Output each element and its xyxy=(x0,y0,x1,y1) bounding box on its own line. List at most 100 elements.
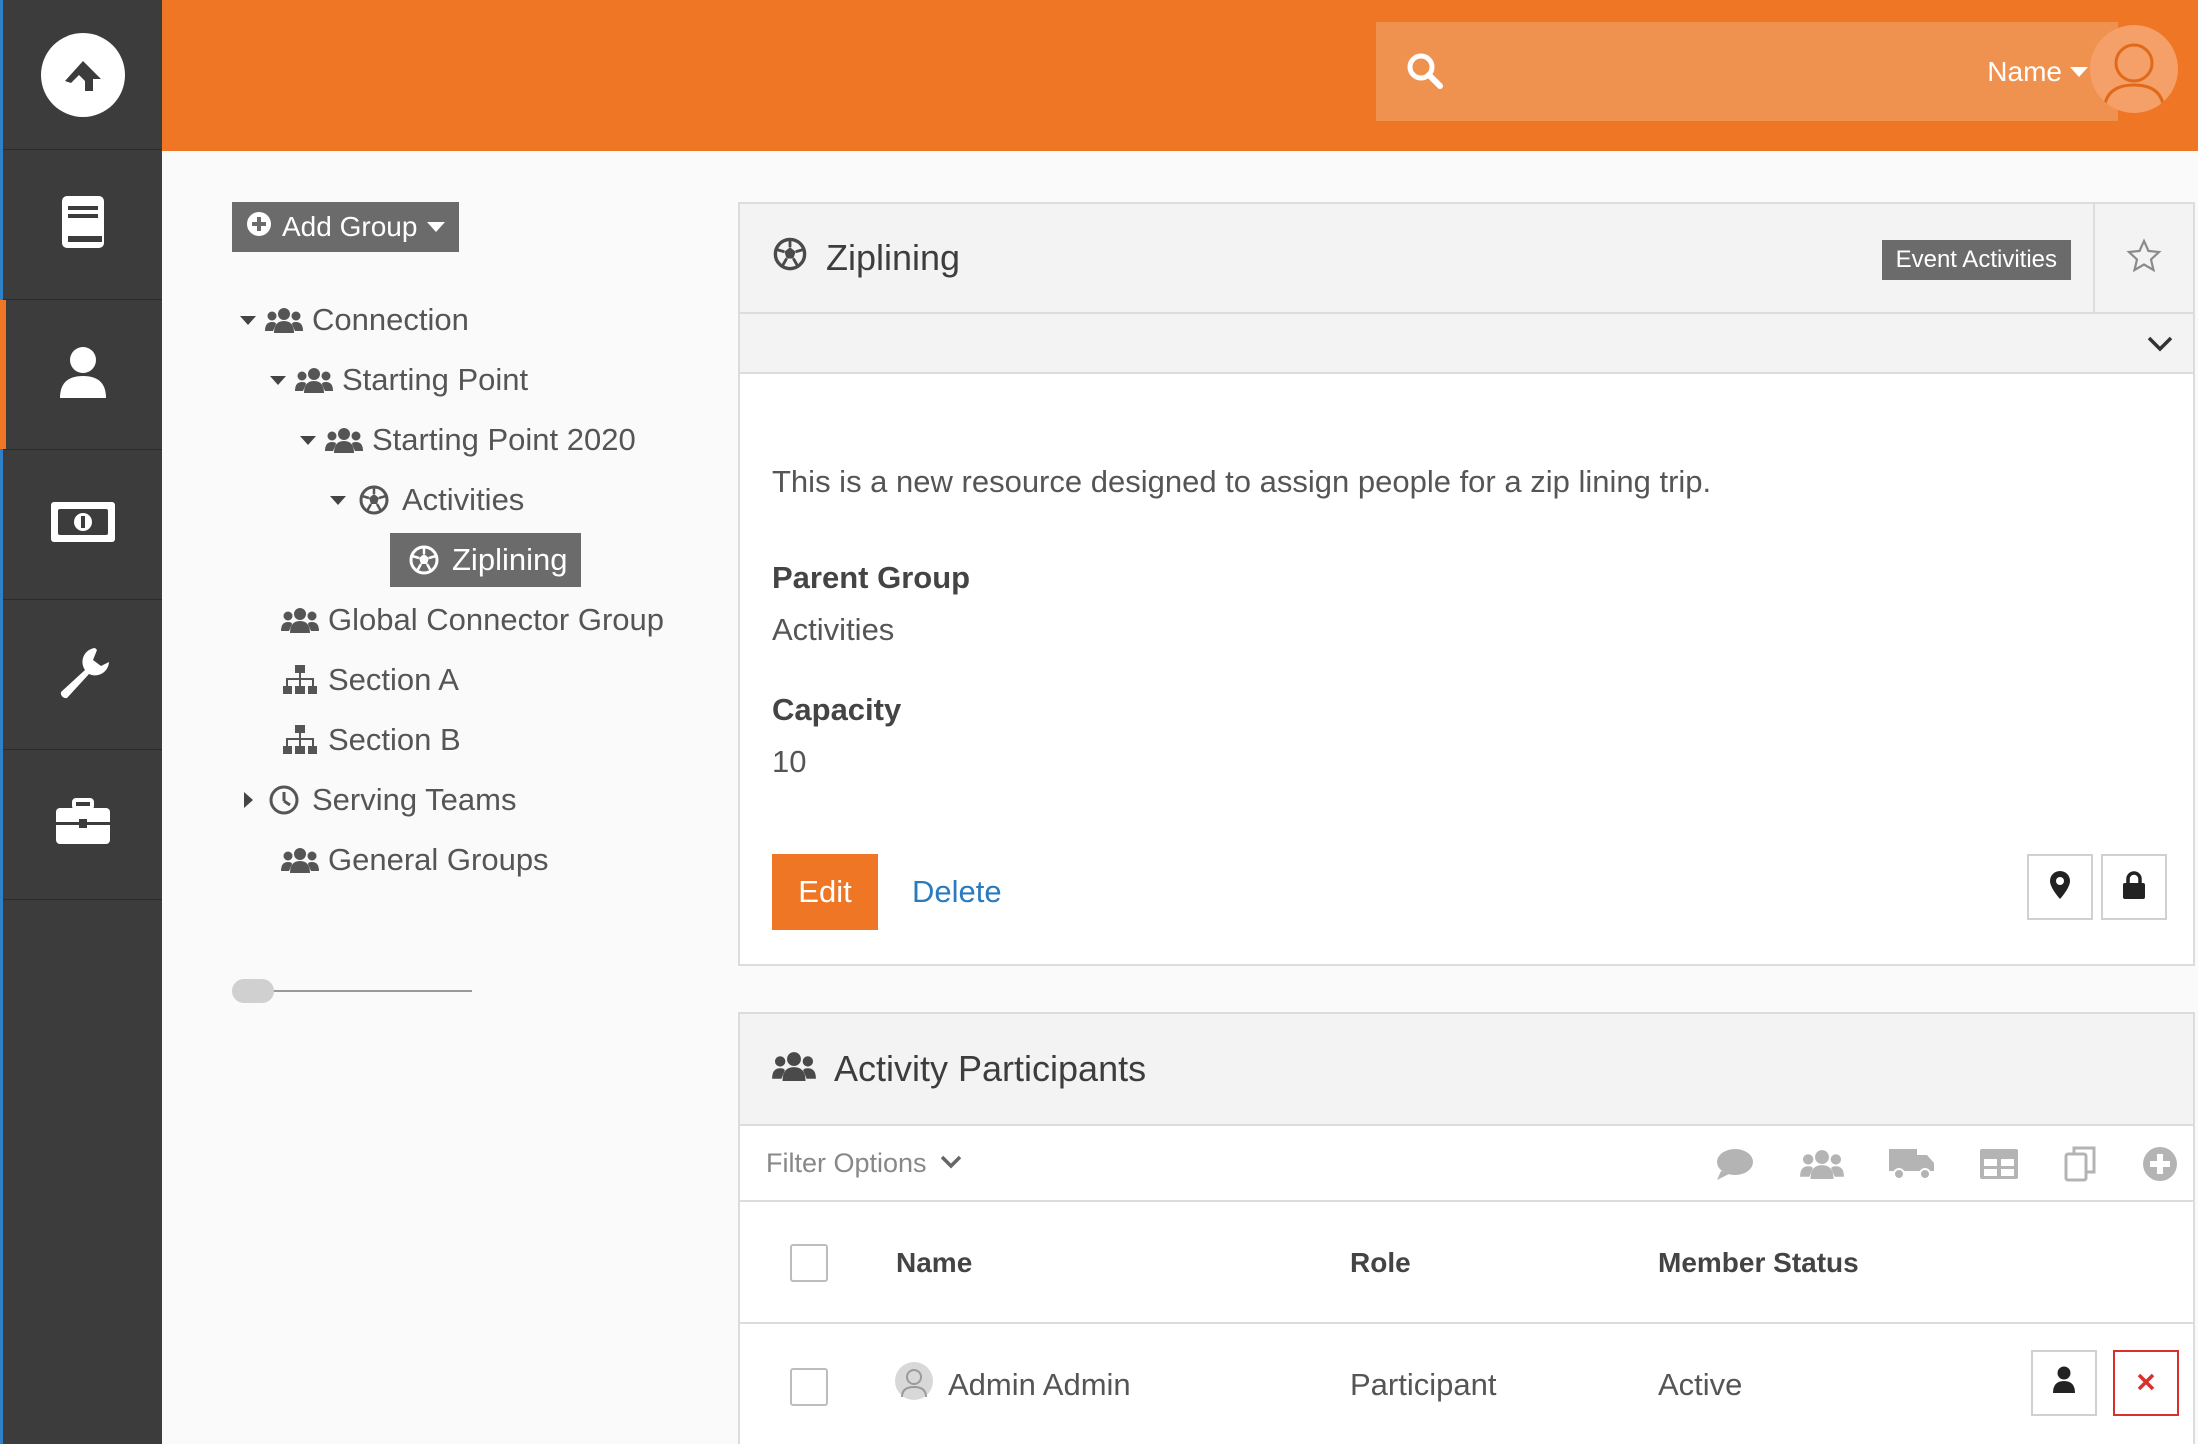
group-description: This is a new resource designed to assig… xyxy=(772,464,1712,499)
column-header-member-status[interactable]: Member Status xyxy=(1658,1202,1859,1324)
group-title-text: Ziplining xyxy=(826,237,961,278)
panel-heading: Activity Participants xyxy=(740,1014,2193,1126)
nav-book[interactable] xyxy=(3,150,162,300)
tree-item-activities[interactable]: Activities xyxy=(322,470,702,530)
nav-people[interactable] xyxy=(0,300,162,450)
expand-toggle[interactable] xyxy=(322,495,354,505)
filter-options-label: Filter Options xyxy=(766,1147,927,1178)
tree-item-connection[interactable]: Connection xyxy=(232,290,702,350)
show-inactive-toggle[interactable] xyxy=(232,975,472,1005)
wrench-icon xyxy=(55,644,111,705)
group-detail-panel: Ziplining Event Activities This is a new… xyxy=(738,202,2195,966)
tree-item-ziplining[interactable]: Ziplining xyxy=(390,530,702,590)
expand-toggle[interactable] xyxy=(232,792,264,808)
tree-item-label: Global Connector Group xyxy=(328,602,665,637)
follow-button[interactable] xyxy=(2093,204,2193,312)
nav-tools[interactable] xyxy=(3,600,162,750)
column-header-role[interactable]: Role xyxy=(1350,1202,1411,1324)
group-title: Ziplining xyxy=(772,236,960,281)
sitemap-icon xyxy=(280,665,320,695)
tree-item-label: Serving Teams xyxy=(312,782,517,817)
caret-down-icon xyxy=(330,495,346,505)
toggle-knob[interactable] xyxy=(232,979,274,1003)
users-icon xyxy=(264,307,304,333)
tree-item-section-a[interactable]: Section A xyxy=(280,650,702,710)
add-group-button[interactable]: Add Group xyxy=(232,202,460,252)
chevron-down-icon xyxy=(2145,328,2175,363)
row-checkbox[interactable] xyxy=(790,1368,828,1406)
user-avatar[interactable] xyxy=(2090,25,2178,113)
tree-item-label: Section B xyxy=(328,722,461,757)
search-filter-dropdown[interactable]: Name xyxy=(1987,22,2088,121)
column-header-name[interactable]: Name xyxy=(896,1202,972,1324)
users-icon xyxy=(294,367,334,393)
users-icon xyxy=(280,607,320,633)
comment-icon[interactable] xyxy=(1715,1147,1755,1181)
group-tree: Add Group Connection Starting Point Star… xyxy=(232,202,702,890)
filter-options-toggle[interactable]: Filter Options xyxy=(766,1148,963,1179)
parent-group-value: Activities xyxy=(772,612,895,647)
grid-header-row: Name Role Member Status xyxy=(740,1202,2193,1324)
capacity-label: Capacity xyxy=(772,692,902,727)
nav-admin[interactable] xyxy=(3,750,162,900)
tree-item-label: Activities xyxy=(402,482,525,517)
star-icon xyxy=(2126,237,2162,279)
users-icon xyxy=(280,847,320,873)
users-icon xyxy=(324,427,364,453)
expand-toggle[interactable] xyxy=(292,435,324,445)
delete-link[interactable]: Delete xyxy=(912,854,1002,930)
tree-item-general-groups[interactable]: General Groups xyxy=(280,830,702,890)
tree-item-label: Section A xyxy=(328,662,459,697)
tree-item-global-connector-group[interactable]: Global Connector Group xyxy=(280,590,702,650)
tree-item-section-b[interactable]: Section B xyxy=(280,710,702,770)
book-icon xyxy=(58,194,108,255)
caret-down-icon xyxy=(240,315,256,325)
sidebar xyxy=(0,0,162,1444)
security-button[interactable] xyxy=(2101,854,2167,920)
ball-icon xyxy=(404,544,444,576)
table-row[interactable]: Admin Admin Participant Active xyxy=(740,1324,2193,1444)
map-marker-icon xyxy=(2049,870,2071,905)
edit-button[interactable]: Edit xyxy=(772,854,878,930)
nav-finance[interactable] xyxy=(3,450,162,600)
remove-member-button[interactable] xyxy=(2113,1350,2179,1416)
top-header: Name xyxy=(162,0,2198,151)
money-icon xyxy=(49,500,117,549)
search-icon xyxy=(1406,52,1444,95)
parent-group-label: Parent Group xyxy=(772,560,971,595)
search-bar[interactable]: Name xyxy=(1376,22,2118,121)
select-all-checkbox[interactable] xyxy=(790,1244,828,1282)
map-button[interactable] xyxy=(2027,854,2093,920)
clock-icon xyxy=(264,784,304,816)
panel-heading: Ziplining Event Activities xyxy=(740,204,2193,314)
grid-action-buttons xyxy=(1715,1126,2179,1202)
expand-toggle[interactable] xyxy=(262,375,294,385)
truck-icon[interactable] xyxy=(1889,1147,1935,1181)
tree-item-serving-teams[interactable]: Serving Teams xyxy=(232,770,702,830)
participant-status: Active xyxy=(1658,1367,1743,1402)
search-input[interactable] xyxy=(1456,22,1956,121)
add-group-label: Add Group xyxy=(282,211,418,242)
table-icon[interactable] xyxy=(1979,1147,2019,1181)
tree-item-label: Starting Point 2020 xyxy=(372,422,636,457)
tree-item-label: Ziplining xyxy=(452,542,568,577)
rock-logo[interactable] xyxy=(3,0,162,150)
expand-toggle[interactable] xyxy=(232,315,264,325)
sitemap-icon xyxy=(280,725,320,755)
view-person-button[interactable] xyxy=(2031,1350,2097,1416)
grid-actions-row: Filter Options xyxy=(740,1126,2193,1202)
person-icon xyxy=(2052,1365,2076,1401)
users-icon[interactable] xyxy=(1799,1149,1845,1179)
add-circle-icon[interactable] xyxy=(2141,1145,2179,1183)
users-icon xyxy=(772,1048,816,1090)
copy-icon[interactable] xyxy=(2063,1146,2097,1182)
person-icon xyxy=(58,344,108,405)
participants-title: Activity Participants xyxy=(772,1048,1146,1090)
participant-name-cell: Admin Admin xyxy=(894,1324,1131,1444)
attributes-collapse-bar[interactable] xyxy=(740,314,2193,374)
ball-icon xyxy=(772,236,808,281)
tree-item-starting-point[interactable]: Starting Point xyxy=(262,350,702,410)
selected-tree-item[interactable]: Ziplining xyxy=(390,533,582,587)
tree-item-starting-point-2020[interactable]: Starting Point 2020 xyxy=(292,410,702,470)
participant-role: Participant xyxy=(1350,1367,1497,1402)
